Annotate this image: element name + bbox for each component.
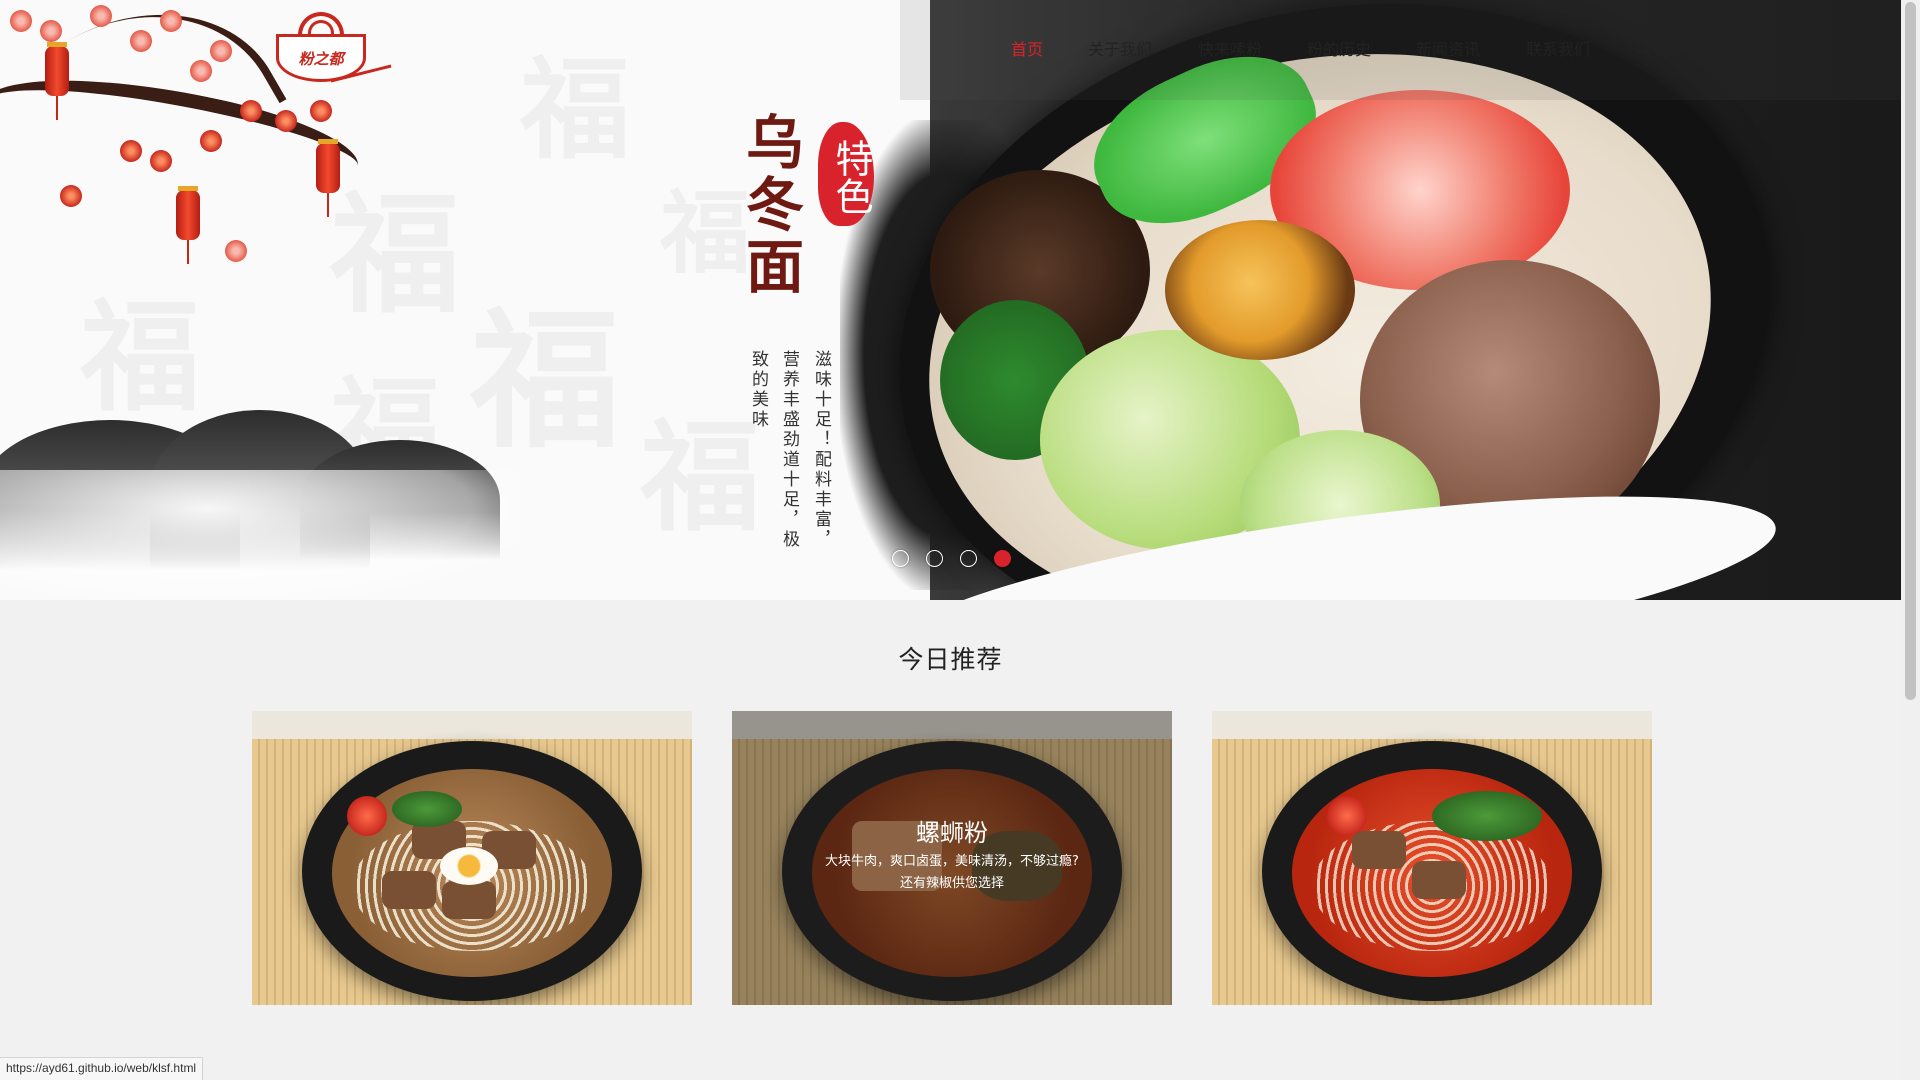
blossom (10, 10, 32, 32)
hero-desc-col3: 致的美味 (748, 350, 768, 430)
egg (440, 847, 498, 885)
nav-bar (900, 0, 1901, 100)
card-desc: 大块牛肉，爽口卤蛋，美味清汤，不够过瘾? 还有辣椒供您选择 (792, 851, 1112, 895)
nav-item-order[interactable]: 快来嗦粉 (1198, 36, 1262, 60)
nav-item-home[interactable]: 首页 (1011, 36, 1043, 60)
blossom (310, 100, 332, 122)
beef-chunk (382, 871, 436, 909)
blossom (150, 150, 172, 172)
recommend-card-1[interactable] (252, 711, 692, 1005)
hero-title: 乌冬面 (736, 112, 804, 298)
blossom (225, 240, 247, 262)
logo-text: 粉之都 (298, 50, 344, 68)
beef-chunk (1412, 861, 1466, 899)
status-url: https://ayd61.github.io/web/klsf.html (0, 1057, 204, 1080)
page-scrollbar[interactable] (1901, 0, 1920, 1080)
card-desc-line: 大块牛肉，爽口卤蛋，美味清汤，不够过瘾? (825, 854, 1079, 869)
blossom (240, 100, 262, 122)
blossom (60, 185, 82, 207)
blossom (275, 110, 297, 132)
carousel-dot-2[interactable] (926, 550, 943, 567)
beef-chunk (1352, 831, 1406, 869)
site-logo[interactable]: 粉之都 (270, 8, 392, 88)
nav-item-about[interactable]: 关于我们 (1088, 36, 1152, 60)
carousel-dot-3[interactable] (960, 550, 977, 567)
lantern (176, 186, 200, 264)
blossom (40, 20, 62, 42)
card-title: 螺蛳粉 (916, 819, 988, 847)
recommend-card-3[interactable] (1212, 711, 1652, 1005)
blossom (210, 40, 232, 62)
cilantro (392, 791, 462, 827)
tomato (347, 796, 387, 836)
table-edge (1212, 711, 1652, 739)
blossom (90, 5, 112, 27)
blossom (130, 30, 152, 52)
card-desc-line: 还有辣椒供您选择 (899, 876, 1004, 891)
tomato (1327, 796, 1367, 836)
blossom (190, 60, 212, 82)
recommend-card-2[interactable]: 螺蛳粉 大块牛肉，爽口卤蛋，美味清汤，不够过瘾? 还有辣椒供您选择 (732, 711, 1172, 1005)
blossom (200, 130, 222, 152)
search-icon[interactable] (1636, 42, 1652, 57)
blossom (160, 10, 182, 32)
nav-item-contact[interactable]: 联系我们 (1526, 36, 1590, 60)
mist (0, 470, 520, 600)
hero-desc-col1: 滋味十足！配料丰富， (811, 350, 831, 550)
table-edge (252, 711, 692, 739)
hero-seal: 特色 (818, 122, 874, 226)
braised-egg (1165, 220, 1355, 360)
hero-desc-col2: 营养丰盛劲道十足，极 (779, 350, 799, 550)
nav-item-news[interactable]: 新闻资讯 (1416, 36, 1480, 60)
greens (1432, 791, 1542, 841)
nav-item-history[interactable]: 粉的历史 (1307, 36, 1371, 60)
carousel-dot-1[interactable] (892, 550, 909, 567)
blossom (120, 140, 142, 162)
beef-chunk (442, 881, 496, 919)
section-title: 今日推荐 (898, 645, 1003, 674)
carousel-dot-4[interactable] (994, 550, 1011, 567)
scrollbar-thumb[interactable] (1905, 2, 1916, 700)
lantern (316, 139, 340, 217)
lantern (45, 42, 69, 120)
